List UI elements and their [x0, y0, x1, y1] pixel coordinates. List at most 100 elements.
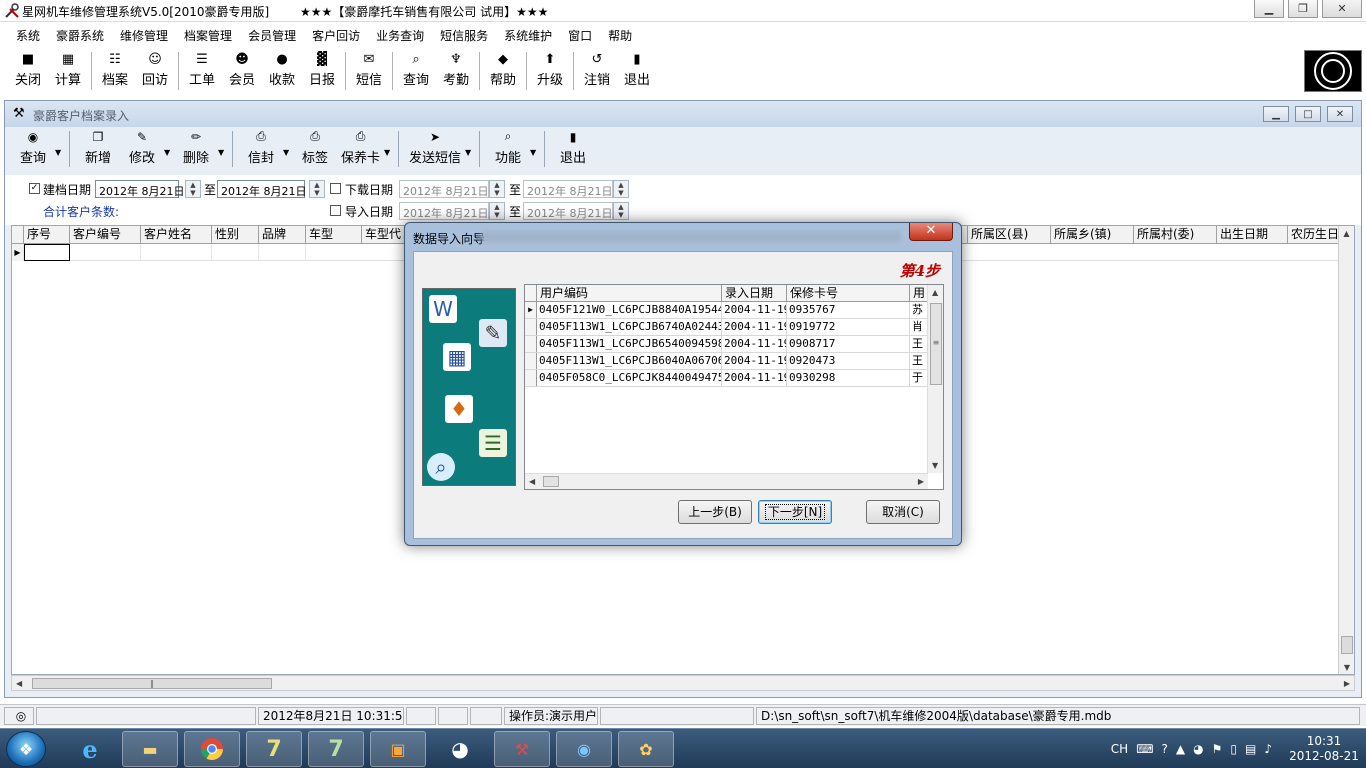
scroll-right-icon[interactable]: ▶ — [1344, 679, 1350, 688]
download-date-checkbox[interactable] — [330, 183, 341, 194]
window-app-icon[interactable]: ▣ — [370, 731, 426, 767]
tray-expand-icon[interactable]: ▲ — [1176, 742, 1185, 756]
import-to-spinner[interactable]: ▲ ▼ — [613, 202, 629, 220]
scroll-up-icon[interactable]: ▲ — [932, 288, 938, 297]
restore-button[interactable]: ❐ — [1288, 0, 1318, 18]
archive-tool-button[interactable]: ☷ 档案 — [95, 50, 135, 94]
column-header[interactable]: 出生日期 — [1217, 226, 1288, 243]
folder-icon[interactable]: ▬ — [122, 731, 178, 767]
revisit-tool-button[interactable]: ☺ 回访 — [135, 50, 175, 94]
column-header[interactable]: 保修卡号 — [787, 285, 910, 301]
menu-system[interactable]: 系统 — [8, 27, 48, 44]
table-row[interactable]: 0405F113W1_LC6PCJB6040A06706 2004-11-19 … — [525, 353, 929, 370]
download-to-date[interactable]: 2012年 8月21日 — [523, 180, 613, 198]
column-header[interactable]: 性别 — [212, 226, 259, 243]
column-header[interactable]: 所属区(县) — [968, 226, 1051, 243]
send-sms-button[interactable]: ➤ 发送短信 — [405, 130, 465, 171]
language-indicator[interactable]: CH — [1111, 742, 1128, 756]
function-button[interactable]: ⌕ 功能 — [486, 129, 530, 171]
scroll-down-icon[interactable]: ▼ — [1339, 660, 1354, 674]
edit-dropdown-icon[interactable]: ▼ — [164, 148, 174, 171]
eye-app-icon[interactable]: ◉ — [556, 731, 612, 767]
daily-tool-button[interactable]: ▓ 日报 — [302, 50, 342, 94]
query-button[interactable]: ◉ 查询 — [11, 130, 55, 171]
device-icon[interactable]: ▯ — [1230, 742, 1237, 756]
query-tool-button[interactable]: ⌕ 查询 — [396, 50, 436, 94]
table-row[interactable]: ▶ 0405F121W0_LC6PCJB8840A19544 2004-11-1… — [525, 302, 929, 319]
attendance-tool-button[interactable]: ♆ 考勤 — [436, 50, 476, 94]
edit-button[interactable]: ✎ 修改 — [120, 130, 164, 171]
network-icon[interactable]: ▤ — [1245, 742, 1256, 756]
scroll-left-icon[interactable]: ◀ — [529, 477, 535, 486]
menu-window[interactable]: 窗口 — [560, 27, 600, 44]
sms-tool-button[interactable]: ✉ 短信 — [349, 50, 389, 94]
menu-haojue-system[interactable]: 豪爵系统 — [48, 27, 112, 44]
close-button[interactable]: ✕ — [1322, 0, 1362, 18]
column-header[interactable]: 录入日期 — [722, 285, 787, 301]
scroll-up-icon[interactable]: ▲ — [1339, 226, 1354, 242]
download-to-spinner[interactable]: ▲ ▼ — [613, 180, 629, 198]
menu-sms[interactable]: 短信服务 — [432, 27, 496, 44]
preview-horizontal-scrollbar[interactable]: ◀ ▶ — [525, 473, 928, 489]
paint-icon[interactable]: ✿ — [618, 731, 674, 767]
logout-tool-button[interactable]: ↺ 注销 — [577, 50, 617, 94]
preview-vertical-scrollbar[interactable]: ▲ ≡ ▼ — [927, 285, 943, 473]
scroll-left-icon[interactable]: ◀ — [16, 679, 22, 688]
table-row[interactable]: 0405F113W1_LC6PCJB6540094598 2004-11-19 … — [525, 336, 929, 353]
child-maximize-button[interactable]: □ — [1295, 106, 1321, 122]
archive-from-spinner[interactable]: ▲ ▼ — [185, 180, 201, 198]
start-button[interactable]: ❖ — [6, 731, 46, 767]
import-to-date[interactable]: 2012年 8月21日 — [523, 202, 613, 220]
child-exit-button[interactable]: ▮ 退出 — [551, 130, 595, 171]
send-sms-dropdown-icon[interactable]: ▼ — [465, 148, 475, 171]
menu-revisit[interactable]: 客户回访 — [304, 27, 368, 44]
qq-tray-icon[interactable]: ◕ — [1193, 742, 1203, 756]
table-row[interactable]: 0405F058C0_LC6PCJK8440049475 2004-11-19 … — [525, 370, 929, 387]
repair-system-icon[interactable]: ⚒ — [494, 731, 550, 767]
volume-icon[interactable]: ♪ — [1264, 742, 1272, 756]
delete-button[interactable]: ✏ 删除 — [174, 130, 218, 171]
app-7-icon[interactable]: 7 — [246, 731, 302, 767]
ie-icon[interactable]: e — [62, 731, 118, 767]
archive-to-date[interactable]: 2012年 8月21日 — [217, 180, 307, 198]
exit-tool-button[interactable]: ▮ 退出 — [617, 50, 657, 94]
minimize-button[interactable]: ▁ — [1254, 0, 1284, 18]
envelope-button[interactable]: ⎙ 信封 — [239, 129, 283, 171]
app-7b-icon[interactable]: 7 — [308, 731, 364, 767]
download-from-spinner[interactable]: ▲ ▼ — [489, 180, 505, 198]
column-header[interactable]: 序号 — [24, 226, 70, 243]
prev-step-button[interactable]: 上一步(B) — [678, 500, 752, 524]
grid-horizontal-scrollbar[interactable]: ◀ ‖ ▶ — [11, 675, 1355, 691]
column-header[interactable]: 客户姓名 — [141, 226, 212, 243]
label-button[interactable]: ⎙ 标签 — [293, 129, 337, 171]
clock[interactable]: 10:31 2012-08-21 — [1282, 734, 1366, 764]
menu-archive[interactable]: 档案管理 — [176, 27, 240, 44]
dialog-close-button[interactable]: ✕ — [909, 223, 953, 241]
member-tool-button[interactable]: ☻ 会员 — [222, 50, 262, 94]
calc-tool-button[interactable]: ▦ 计算 — [48, 50, 88, 94]
flag-icon[interactable]: ⚑ — [1212, 742, 1223, 756]
envelope-dropdown-icon[interactable]: ▼ — [283, 148, 293, 171]
menu-repair[interactable]: 维修管理 — [112, 27, 176, 44]
archive-to-spinner[interactable]: ▲ ▼ — [309, 180, 325, 198]
close-tool-button[interactable]: ■ 关闭 — [8, 50, 48, 94]
archive-date-checkbox[interactable]: ✓ — [29, 183, 40, 194]
column-header[interactable]: 所属乡(镇) — [1051, 226, 1134, 243]
qq-icon[interactable]: ◕ — [432, 731, 488, 767]
scroll-right-icon[interactable]: ▶ — [918, 477, 924, 486]
menu-help[interactable]: 帮助 — [600, 27, 640, 44]
import-from-date[interactable]: 2012年 8月21日 — [399, 202, 489, 220]
care-card-dropdown-icon[interactable]: ▼ — [384, 148, 394, 171]
keyboard-icon[interactable]: ⌨ — [1136, 742, 1153, 756]
query-dropdown-icon[interactable]: ▼ — [55, 148, 65, 171]
table-row[interactable]: 0405F113W1_LC6PCJB6740A02443 2004-11-19 … — [525, 319, 929, 336]
chrome-icon[interactable] — [184, 731, 240, 767]
grid-vertical-scrollbar[interactable]: ▲ ▼ — [1338, 226, 1354, 674]
delete-dropdown-icon[interactable]: ▼ — [218, 148, 228, 171]
column-header[interactable]: 车型 — [306, 226, 362, 243]
child-minimize-button[interactable]: ▁ — [1263, 106, 1289, 122]
function-dropdown-icon[interactable]: ▼ — [530, 148, 540, 171]
help-tool-button[interactable]: ◆ 帮助 — [483, 50, 523, 94]
import-preview-grid[interactable]: 用户编码 录入日期 保修卡号 用 ▶ 0405F121W0_LC6PCJB884… — [524, 284, 944, 490]
care-card-button[interactable]: ⎙ 保养卡 — [337, 129, 384, 171]
